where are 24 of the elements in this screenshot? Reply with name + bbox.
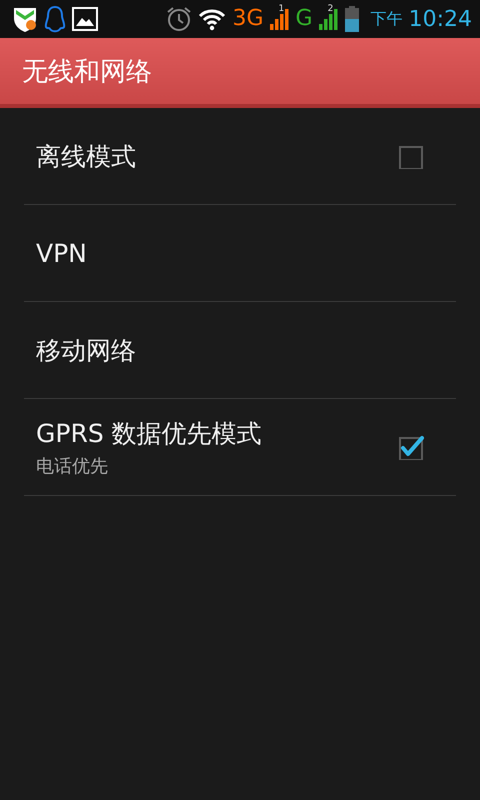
item-title: 移动网络 (36, 334, 137, 366)
item-title: VPN (36, 238, 88, 268)
shield-icon (12, 5, 38, 33)
image-icon (72, 7, 98, 31)
checkbox[interactable] (398, 434, 424, 460)
sim-number: 1 (278, 4, 284, 14)
item-title: 离线模式 (36, 140, 137, 172)
clock: 10:24 (408, 6, 472, 32)
item-title: GPRS 数据优先模式 (36, 418, 263, 450)
settings-item[interactable]: VPN (24, 205, 456, 302)
settings-item[interactable]: GPRS 数据优先模式 电话优先 (24, 399, 456, 496)
time-period: 下午 (370, 8, 403, 30)
sim-number: 2 (328, 4, 334, 14)
network-type: G (296, 8, 313, 30)
item-summary: 电话优先 (36, 454, 109, 478)
network-type: 3G (232, 8, 264, 30)
checkbox[interactable] (398, 143, 424, 169)
alarm-icon (166, 6, 192, 32)
penguin-icon (44, 5, 66, 33)
battery-icon (344, 6, 359, 32)
settings-item[interactable]: 移动网络 (24, 302, 456, 399)
settings-item[interactable]: 离线模式 (24, 108, 456, 205)
screen-title: 无线和网络 (22, 56, 152, 88)
wifi-icon (198, 7, 226, 31)
